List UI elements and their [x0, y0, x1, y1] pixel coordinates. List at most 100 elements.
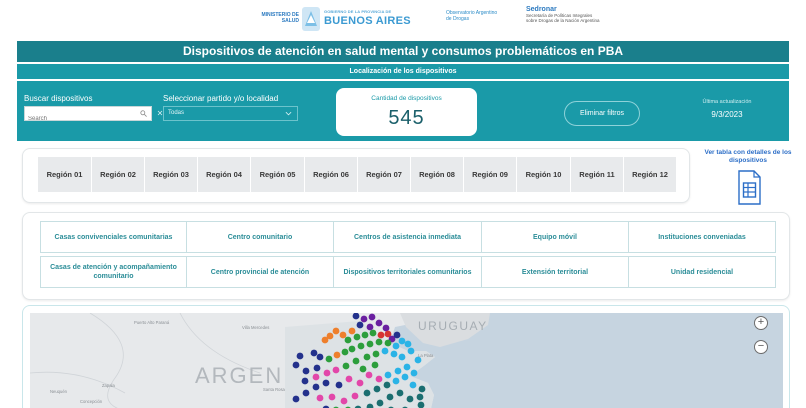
- device-marker[interactable]: [312, 373, 320, 381]
- device-marker[interactable]: [339, 331, 347, 339]
- reset-filters-button[interactable]: Eliminar filtros: [564, 101, 640, 126]
- region-button[interactable]: Región 12: [624, 157, 677, 192]
- region-button[interactable]: Región 10: [517, 157, 571, 192]
- device-marker[interactable]: [310, 349, 318, 357]
- device-marker[interactable]: [332, 366, 340, 374]
- type-button[interactable]: Centro comunitario: [186, 221, 334, 253]
- type-button[interactable]: Casas de atención y acompañamiento comun…: [40, 256, 187, 288]
- device-marker[interactable]: [321, 336, 329, 344]
- type-button[interactable]: Centro provincial de atención: [186, 256, 334, 288]
- device-marker[interactable]: [356, 321, 364, 329]
- device-marker[interactable]: [375, 375, 383, 383]
- device-marker[interactable]: [410, 369, 418, 377]
- device-marker[interactable]: [377, 331, 385, 339]
- details-table-link[interactable]: Ver tabla con detalles de los dispositiv…: [702, 149, 794, 165]
- device-map[interactable]: ARGEN URUGUAY Puerto Alto Paraná Villa M…: [30, 313, 783, 408]
- region-button[interactable]: Región 04: [198, 157, 251, 192]
- zoom-out-button[interactable]: −: [754, 340, 768, 354]
- device-marker[interactable]: [375, 338, 383, 346]
- device-marker[interactable]: [292, 395, 300, 403]
- device-marker[interactable]: [372, 350, 380, 358]
- device-marker[interactable]: [366, 340, 374, 348]
- device-marker[interactable]: [348, 345, 356, 353]
- device-marker[interactable]: [313, 364, 321, 372]
- device-marker[interactable]: [383, 381, 391, 389]
- device-marker[interactable]: [418, 385, 426, 393]
- device-marker[interactable]: [335, 381, 343, 389]
- zoom-in-button[interactable]: +: [754, 316, 768, 330]
- device-marker[interactable]: [340, 397, 348, 405]
- region-button[interactable]: Región 03: [145, 157, 198, 192]
- device-marker[interactable]: [386, 393, 394, 401]
- device-marker[interactable]: [390, 350, 398, 358]
- region-button[interactable]: Región 08: [411, 157, 464, 192]
- region-button[interactable]: Región 06: [305, 157, 358, 192]
- device-marker[interactable]: [357, 342, 365, 350]
- device-marker[interactable]: [356, 379, 364, 387]
- device-marker[interactable]: [401, 373, 409, 381]
- device-marker[interactable]: [409, 381, 417, 389]
- type-button[interactable]: Equipo móvil: [481, 221, 629, 253]
- device-marker[interactable]: [416, 393, 424, 401]
- device-marker[interactable]: [296, 352, 304, 360]
- search-field[interactable]: [24, 106, 152, 126]
- device-marker[interactable]: [381, 347, 389, 355]
- type-button[interactable]: Centros de asistencia inmediata: [333, 221, 482, 253]
- type-button[interactable]: Dispositivos territoriales comunitarios: [333, 256, 482, 288]
- device-marker[interactable]: [406, 395, 414, 403]
- type-button[interactable]: Extensión territorial: [481, 256, 629, 288]
- device-marker[interactable]: [359, 365, 367, 373]
- device-marker[interactable]: [398, 337, 406, 345]
- partido-select[interactable]: Todas: [163, 106, 298, 121]
- device-marker[interactable]: [322, 379, 330, 387]
- device-marker[interactable]: [398, 353, 406, 361]
- device-marker[interactable]: [392, 377, 400, 385]
- device-marker[interactable]: [341, 348, 349, 356]
- device-marker[interactable]: [363, 353, 371, 361]
- device-marker[interactable]: [316, 394, 324, 402]
- device-marker[interactable]: [292, 361, 300, 369]
- device-marker[interactable]: [375, 319, 383, 327]
- device-marker[interactable]: [353, 333, 361, 341]
- device-marker[interactable]: [366, 323, 374, 331]
- device-marker[interactable]: [414, 356, 422, 364]
- search-input[interactable]: [25, 112, 135, 126]
- device-marker[interactable]: [384, 339, 392, 347]
- device-marker[interactable]: [352, 357, 360, 365]
- device-marker[interactable]: [328, 393, 336, 401]
- device-marker[interactable]: [393, 331, 401, 339]
- device-marker[interactable]: [365, 371, 373, 379]
- device-marker[interactable]: [332, 327, 340, 335]
- device-marker[interactable]: [394, 367, 402, 375]
- device-marker[interactable]: [348, 327, 356, 335]
- table-document-icon[interactable]: [737, 170, 762, 205]
- device-marker[interactable]: [404, 340, 412, 348]
- device-marker[interactable]: [333, 351, 341, 359]
- device-marker[interactable]: [325, 355, 333, 363]
- device-marker[interactable]: [384, 371, 392, 379]
- device-marker[interactable]: [312, 383, 320, 391]
- type-button[interactable]: Unidad residencial: [628, 256, 776, 288]
- device-marker[interactable]: [360, 315, 368, 323]
- device-marker[interactable]: [361, 331, 369, 339]
- device-marker[interactable]: [302, 367, 310, 375]
- search-icon[interactable]: [140, 110, 147, 117]
- region-button[interactable]: Región 05: [251, 157, 305, 192]
- region-button[interactable]: Región 11: [571, 157, 624, 192]
- device-marker[interactable]: [382, 324, 390, 332]
- region-button[interactable]: Región 07: [358, 157, 411, 192]
- device-marker[interactable]: [351, 392, 359, 400]
- device-marker[interactable]: [376, 399, 384, 407]
- device-marker[interactable]: [363, 389, 371, 397]
- device-marker[interactable]: [368, 313, 376, 321]
- device-marker[interactable]: [371, 361, 379, 369]
- device-marker[interactable]: [323, 369, 331, 377]
- region-button[interactable]: Región 01: [38, 157, 92, 192]
- device-marker[interactable]: [345, 375, 353, 383]
- region-button[interactable]: Región 02: [92, 157, 145, 192]
- device-marker[interactable]: [392, 342, 400, 350]
- device-marker[interactable]: [316, 353, 324, 361]
- region-button[interactable]: Región 09: [464, 157, 517, 192]
- device-marker[interactable]: [302, 389, 310, 397]
- device-marker[interactable]: [301, 377, 309, 385]
